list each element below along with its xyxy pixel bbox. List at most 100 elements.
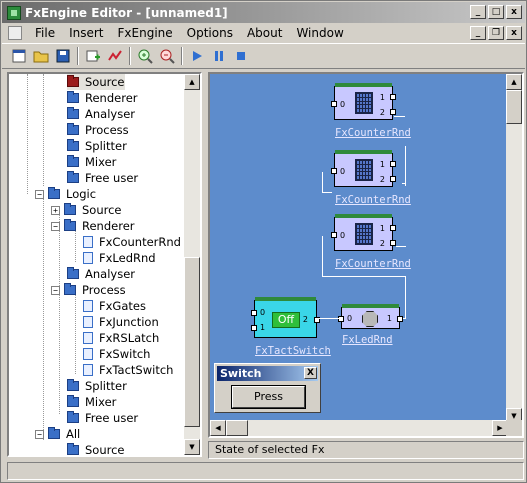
tree-item-free-user-1[interactable]: Free user [67, 170, 138, 186]
tree-item-logic-renderer[interactable]: − Renderer [51, 218, 135, 234]
menu-window[interactable]: Window [289, 26, 350, 40]
zoom-out-icon[interactable] [156, 45, 178, 67]
tree-item-label: Free user [85, 171, 139, 185]
mdi-minimize-button[interactable]: _ [470, 26, 486, 40]
input-pin[interactable] [331, 101, 337, 107]
menu-file[interactable]: File [28, 26, 62, 40]
tree-item-logic[interactable]: − Logic [35, 186, 96, 202]
folder-icon [48, 427, 60, 439]
led-icon [362, 311, 378, 327]
connection-wire [322, 276, 406, 277]
collapse-toggle[interactable]: − [51, 221, 60, 231]
connect-icon[interactable] [104, 45, 126, 67]
tree-item-logic-source[interactable]: + Source [51, 202, 122, 218]
close-icon[interactable]: X [304, 367, 317, 379]
scroll-down-arrow-icon[interactable]: ▼ [184, 439, 200, 455]
tree-item-logic-mixer[interactable]: Mixer [67, 394, 116, 410]
switch-dialog-title[interactable]: Switch X [217, 366, 318, 381]
tree-vertical-scrollbar[interactable]: ▲ ▼ [184, 74, 200, 455]
fx-counter-rnd-1[interactable]: 0 1 2 FxCounterRnd [331, 83, 411, 139]
scroll-left-arrow-icon[interactable]: ◀ [210, 420, 226, 436]
press-button[interactable]: Press [231, 385, 306, 409]
output-pin[interactable] [390, 240, 396, 246]
document-icon[interactable] [8, 26, 22, 40]
input-pin[interactable] [251, 325, 257, 331]
menu-about[interactable]: About [240, 26, 289, 40]
add-fx-icon[interactable] [82, 45, 104, 67]
close-button[interactable]: x [506, 5, 522, 19]
tree-item-fxcounterrnd[interactable]: FxCounterRnd [83, 234, 181, 250]
scroll-thumb[interactable] [184, 257, 200, 427]
tree-item-source-1[interactable]: Source [67, 74, 125, 90]
tree-item-logic-analyser[interactable]: Analyser [67, 266, 135, 282]
document-icon [83, 332, 93, 344]
tree-item-fxtactswitch[interactable]: FxTactSwitch [83, 362, 173, 378]
switch-state-indicator[interactable]: Off [272, 312, 300, 328]
play-icon[interactable] [186, 45, 208, 67]
fx-label: FxTactSwitch [255, 345, 331, 357]
expand-toggle[interactable]: + [51, 205, 60, 215]
canvas-vertical-scrollbar[interactable]: ▲ ▼ [506, 74, 522, 424]
tree-item-fxjunction[interactable]: FxJunction [83, 314, 159, 330]
fx-led-rnd[interactable]: 0 1 FxLedRnd [338, 304, 403, 346]
output-pin[interactable] [390, 109, 396, 115]
tree-item-label: Splitter [85, 379, 127, 393]
tree-item-logic-process[interactable]: − Process [51, 282, 126, 298]
mdi-restore-button[interactable]: ❐ [488, 26, 504, 40]
maximize-button[interactable]: □ [488, 5, 504, 19]
open-folder-icon[interactable] [30, 45, 52, 67]
tree-item-logic-free-user[interactable]: Free user [67, 410, 138, 426]
fx-tact-switch[interactable]: Off 0 1 2 FxTactSwitch [251, 297, 331, 357]
tree-item-logic-splitter[interactable]: Splitter [67, 378, 127, 394]
menu-options[interactable]: Options [180, 26, 240, 40]
tree-item-analyser-1[interactable]: Analyser [67, 106, 135, 122]
fx-status-bar [255, 297, 316, 301]
tree-item-label: Renderer [85, 91, 138, 105]
stop-icon[interactable] [230, 45, 252, 67]
save-icon[interactable] [52, 45, 74, 67]
input-pin[interactable] [338, 316, 344, 322]
collapse-toggle[interactable]: − [51, 285, 60, 295]
minimize-button[interactable]: _ [470, 5, 486, 19]
output-pin[interactable] [390, 94, 396, 100]
input-pin[interactable] [331, 232, 337, 238]
tree-item-fxrslatch[interactable]: FxRSLatch [83, 330, 159, 346]
tree-item-all[interactable]: − All [35, 426, 80, 442]
output-pin[interactable] [390, 225, 396, 231]
plugin-tree[interactable]: Source Renderer Analyser Process Splitte… [7, 72, 202, 457]
output-pin[interactable] [390, 176, 396, 182]
mdi-close-button[interactable]: x [506, 26, 522, 40]
menu-insert[interactable]: Insert [62, 26, 110, 40]
tree-item-renderer-1[interactable]: Renderer [67, 90, 138, 106]
menu-fxengine[interactable]: FxEngine [111, 26, 180, 40]
folder-icon [67, 107, 79, 119]
pause-icon[interactable] [208, 45, 230, 67]
output-pin[interactable] [390, 161, 396, 167]
scroll-up-arrow-icon[interactable]: ▲ [506, 74, 522, 90]
canvas-horizontal-scrollbar[interactable]: ◀ ▶ [210, 420, 508, 436]
document-icon [83, 316, 93, 328]
collapse-toggle[interactable]: − [35, 189, 44, 199]
new-icon[interactable] [8, 45, 30, 67]
scroll-up-arrow-icon[interactable]: ▲ [184, 74, 200, 90]
scroll-thumb[interactable] [226, 420, 248, 436]
tree-item-label: FxLedRnd [99, 251, 156, 265]
tree-item-process-1[interactable]: Process [67, 122, 129, 138]
input-pin[interactable] [331, 168, 337, 174]
scroll-thumb[interactable] [506, 90, 522, 124]
tree-item-mixer-1[interactable]: Mixer [67, 154, 116, 170]
collapse-toggle[interactable]: − [35, 429, 44, 439]
output-pin[interactable] [397, 316, 403, 322]
tree-item-fxgates[interactable]: FxGates [83, 298, 146, 314]
tree-item-fxswitch[interactable]: FxSwitch [83, 346, 150, 362]
zoom-in-icon[interactable] [134, 45, 156, 67]
title-bar[interactable]: FxEngine Editor - [unnamed1] _ □ x [2, 2, 525, 23]
pin-label: 2 [379, 239, 385, 248]
input-pin[interactable] [251, 310, 257, 316]
tree-item-fxledrnd[interactable]: FxLedRnd [83, 250, 156, 266]
fx-counter-rnd-2[interactable]: 0 1 2 FxCounterRnd [331, 150, 411, 206]
tree-item-all-source[interactable]: Source [67, 442, 125, 455]
pin-label: 0 [347, 314, 353, 323]
fx-counter-rnd-3[interactable]: 0 1 2 FxCounterRnd [331, 214, 411, 270]
tree-item-splitter-1[interactable]: Splitter [67, 138, 127, 154]
